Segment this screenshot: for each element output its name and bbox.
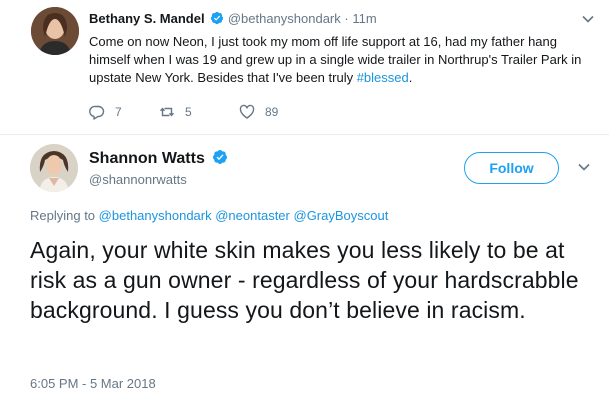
tweet-time[interactable]: 11m	[352, 11, 376, 26]
replying-to: Replying to @bethanyshondark @neontaster…	[30, 208, 388, 223]
replying-prefix: Replying to	[30, 208, 96, 223]
tweet-text: Again, your white skin makes you less li…	[30, 237, 579, 323]
tweet-actions: 7 5 89	[89, 104, 309, 120]
tweet-body-end: .	[408, 70, 413, 85]
chevron-down-icon[interactable]	[577, 160, 591, 174]
shannon-avatar[interactable]	[30, 144, 78, 192]
retweet-count: 5	[185, 105, 192, 119]
retweet-icon	[159, 107, 175, 117]
reply-tweet-header: Bethany S. Mandel @bethanyshondark · 11m	[89, 11, 377, 26]
tweet-divider	[0, 134, 609, 135]
retweet-action[interactable]: 5	[159, 104, 239, 120]
like-count: 89	[265, 105, 279, 119]
mention-link[interactable]: @neontaster	[215, 208, 290, 223]
author-handle[interactable]: @shannonrwatts	[89, 172, 187, 187]
reply-count: 7	[115, 105, 122, 119]
author-handle[interactable]: @bethanyshondark	[228, 11, 341, 26]
tweet-timestamp[interactable]: 6:05 PM - 5 Mar 2018	[30, 376, 156, 391]
like-action[interactable]: 89	[239, 104, 309, 120]
author-name[interactable]: Shannon Watts	[89, 150, 205, 167]
follow-button[interactable]: Follow	[464, 152, 559, 184]
verified-badge-icon	[213, 150, 228, 164]
chevron-down-icon[interactable]	[581, 12, 595, 26]
mention-link[interactable]: @GrayBoyscout	[294, 208, 389, 223]
separator: ·	[344, 11, 349, 26]
reply-action[interactable]: 7	[89, 104, 159, 120]
author-name[interactable]: Bethany S. Mandel	[89, 11, 205, 26]
reply-icon	[89, 105, 105, 120]
heart-icon	[239, 104, 255, 119]
tweet-body: Come on now Neon, I just took my mom off…	[89, 34, 582, 85]
reply-tweet-text: Come on now Neon, I just took my mom off…	[89, 33, 599, 87]
mention-link[interactable]: @bethanyshondark	[99, 208, 212, 223]
bethany-avatar[interactable]	[31, 7, 79, 55]
verified-badge-icon	[211, 11, 224, 25]
author-name-row: Shannon Watts	[89, 149, 228, 168]
hashtag-link[interactable]: #blessed	[357, 70, 409, 85]
